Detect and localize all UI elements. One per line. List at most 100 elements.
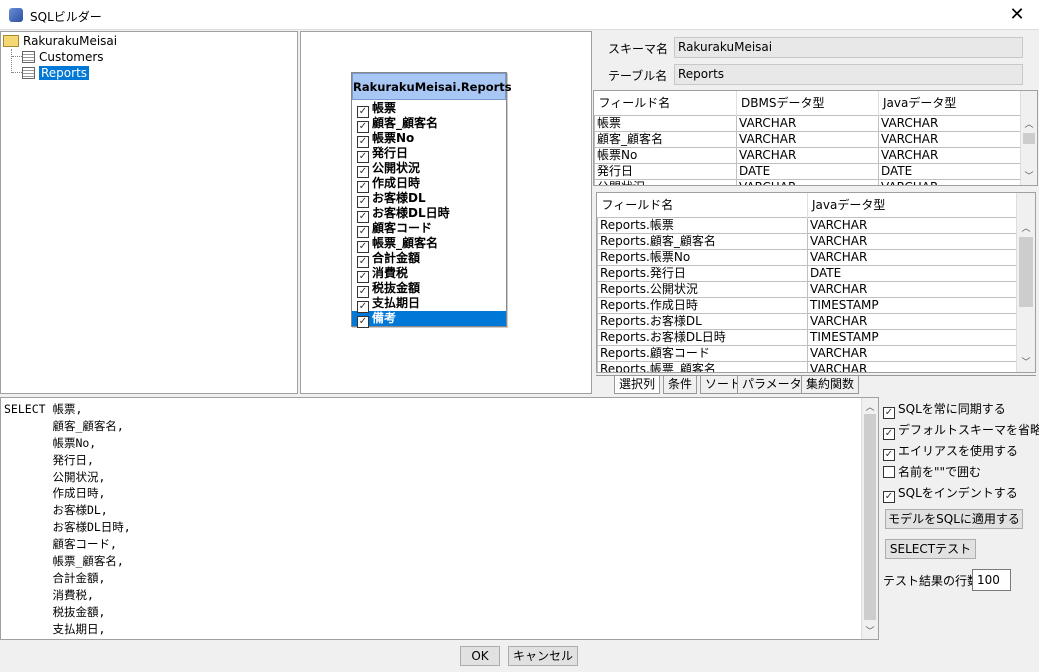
selected-columns-table[interactable]: フィールド名 Javaデータ型 Reports.帳票 VARCHAR Reports.顧… bbox=[596, 192, 1036, 373]
table-label: テーブル名 bbox=[608, 69, 668, 83]
scroll-thumb[interactable] bbox=[1019, 237, 1033, 307]
column-header[interactable]: Javaデータ型 bbox=[807, 193, 1017, 217]
field-checkbox[interactable]: ✓ bbox=[357, 196, 369, 208]
table-row[interactable]: Reports.お客様DL日時 TIMESTAMP bbox=[597, 328, 1017, 346]
table-row[interactable]: Reports.お客様DL VARCHAR bbox=[597, 312, 1017, 330]
row-count-input[interactable]: 100 bbox=[972, 569, 1011, 591]
scroll-down-icon[interactable]: ﹀ bbox=[1021, 169, 1037, 182]
table-cell: Reports.帳票No bbox=[597, 248, 808, 266]
fields-table[interactable]: フィールド名 DBMSデータ型 Javaデータ型 帳票 VARCHAR VARCHAR 顧客… bbox=[593, 90, 1038, 186]
field-checkbox[interactable]: ✓ bbox=[357, 181, 369, 193]
table-row[interactable]: Reports.顧客コード VARCHAR bbox=[597, 344, 1017, 362]
field-checkbox[interactable]: ✓ bbox=[357, 121, 369, 133]
column-header[interactable]: Javaデータ型 bbox=[878, 91, 1022, 115]
field-checkbox[interactable]: ✓ bbox=[357, 211, 369, 223]
field-checkbox[interactable]: ✓ bbox=[357, 286, 369, 298]
table-row[interactable]: Reports.帳票No VARCHAR bbox=[597, 248, 1017, 266]
scroll-up-icon[interactable]: ︿ bbox=[1017, 221, 1035, 234]
table-row[interactable]: 顧客_顧客名 VARCHAR VARCHAR bbox=[594, 130, 1022, 148]
table-row[interactable]: 発行日 DATE DATE bbox=[594, 162, 1022, 180]
field-checkbox[interactable]: ✓ bbox=[357, 106, 369, 118]
entity-field-row[interactable]: ✓ 帳票 bbox=[352, 101, 506, 118]
entity-field-row[interactable]: ✓ 帳票No bbox=[352, 131, 506, 148]
select-test-button[interactable]: SELECTテスト bbox=[885, 539, 976, 559]
tab-aggregates[interactable]: 集約関数 bbox=[801, 376, 860, 394]
fields-scrollbar[interactable]: ︿ ﹀ bbox=[1020, 91, 1037, 185]
tree-item-reports[interactable]: Reports bbox=[12, 66, 90, 81]
checkbox[interactable]: ✓ bbox=[883, 491, 895, 503]
field-checkbox[interactable]: ✓ bbox=[357, 241, 369, 253]
field-checkbox[interactable]: ✓ bbox=[357, 226, 369, 238]
table-row[interactable]: Reports.公開状況 VARCHAR bbox=[597, 280, 1017, 298]
scroll-up-icon[interactable]: ︿ bbox=[1021, 117, 1037, 130]
table-row[interactable]: Reports.顧客_顧客名 VARCHAR bbox=[597, 232, 1017, 250]
table-row[interactable]: 帳票 VARCHAR VARCHAR bbox=[594, 114, 1022, 132]
entity-field-row[interactable]: ✓ 合計金額 bbox=[352, 251, 506, 268]
field-checkbox[interactable]: ✓ bbox=[357, 166, 369, 178]
tab-columns[interactable]: 選択列 bbox=[614, 376, 661, 394]
column-header[interactable]: DBMSデータ型 bbox=[736, 91, 879, 115]
entity-field-row[interactable]: ✓ 消費税 bbox=[352, 266, 506, 283]
table-cell: VARCHAR bbox=[807, 360, 1017, 372]
field-checkbox[interactable]: ✓ bbox=[357, 256, 369, 268]
table-row[interactable]: Reports.発行日 DATE bbox=[597, 264, 1017, 282]
checkbox[interactable] bbox=[883, 466, 895, 478]
sql-line: 作成日時, bbox=[4, 486, 106, 501]
tree-item-customers[interactable]: Customers bbox=[12, 50, 104, 65]
option-checkbox[interactable]: ✓ SQLをインデントする bbox=[883, 484, 1018, 503]
checkbox[interactable]: ✓ bbox=[883, 407, 895, 419]
sql-scrollbar[interactable]: ︿ ﹀ bbox=[861, 398, 878, 639]
entity-field-row[interactable]: ✓ お客様DL日時 bbox=[352, 206, 506, 223]
table-cell: Reports.顧客コード bbox=[597, 344, 808, 362]
scroll-thumb[interactable] bbox=[864, 414, 876, 620]
entity-field-row[interactable]: ✓ 顧客コード bbox=[352, 221, 506, 238]
column-header[interactable]: フィールド名 bbox=[594, 91, 737, 115]
entity-field-row[interactable]: ✓ 税抜金額 bbox=[352, 281, 506, 298]
table-cell: 帳票No bbox=[594, 146, 737, 164]
scroll-up-icon[interactable]: ︿ bbox=[862, 400, 878, 413]
selected-scrollbar[interactable]: ︿ ﹀ bbox=[1016, 193, 1035, 372]
scroll-down-icon[interactable]: ﹀ bbox=[1017, 355, 1035, 368]
table-row[interactable]: 公開状況VARCHARVARCHAR bbox=[594, 178, 1022, 185]
entity-field-row[interactable]: ✓ 顧客_顧客名 bbox=[352, 116, 506, 133]
table-row[interactable]: Reports.作成日時 TIMESTAMP bbox=[597, 296, 1017, 314]
entity-title[interactable]: RakurakuMeisai.Reports bbox=[352, 73, 512, 100]
scroll-down-icon[interactable]: ﹀ bbox=[862, 624, 878, 637]
schema-tree[interactable]: RakurakuMeisai Customers Reports bbox=[0, 31, 298, 394]
entity-field-row[interactable]: ✓ 備考 bbox=[352, 311, 506, 328]
field-checkbox[interactable]: ✓ bbox=[357, 271, 369, 283]
scroll-thumb[interactable] bbox=[1023, 133, 1035, 144]
sql-line: お客様DL, bbox=[4, 503, 108, 518]
close-button[interactable]: ✕ bbox=[1005, 4, 1029, 25]
checkbox[interactable]: ✓ bbox=[883, 449, 895, 461]
sql-line: 税抜金額, bbox=[4, 604, 106, 619]
sql-editor[interactable]: SELECT 帳票, 顧客_顧客名, 帳票No, 発行日, 公開状況, 作成日時… bbox=[0, 397, 879, 640]
table-row[interactable]: Reports.帳票_顧客名 VARCHAR bbox=[597, 360, 1017, 372]
option-checkbox[interactable]: ✓ SQLを常に同期する bbox=[883, 400, 1006, 419]
table-cell: Reports.顧客_顧客名 bbox=[597, 232, 808, 250]
column-header[interactable]: フィールド名 bbox=[597, 193, 808, 217]
entity-field-row[interactable]: ✓ 作成日時 bbox=[352, 176, 506, 193]
field-checkbox[interactable]: ✓ bbox=[357, 301, 369, 313]
tab-conditions[interactable]: 条件 bbox=[663, 376, 698, 394]
entity-field-row[interactable]: ✓ お客様DL bbox=[352, 191, 506, 208]
field-checkbox[interactable]: ✓ bbox=[357, 151, 369, 163]
table-row[interactable]: Reports.帳票 VARCHAR bbox=[597, 216, 1017, 234]
entity-field-row[interactable]: ✓ 公開状況 bbox=[352, 161, 506, 178]
tree-root[interactable]: RakurakuMeisai bbox=[3, 34, 117, 49]
entity-field-row[interactable]: ✓ 帳票_顧客名 bbox=[352, 236, 506, 253]
field-checkbox[interactable]: ✓ bbox=[357, 316, 369, 328]
cancel-button[interactable]: キャンセル bbox=[508, 646, 578, 666]
title-bar: SQLビルダー ✕ bbox=[0, 0, 1039, 30]
option-checkbox[interactable]: ✓デフォルトスキーマを省略する bbox=[883, 421, 1039, 440]
field-checkbox[interactable]: ✓ bbox=[357, 136, 369, 148]
checkbox[interactable]: ✓ bbox=[883, 428, 895, 440]
table-row[interactable]: 帳票No VARCHAR VARCHAR bbox=[594, 146, 1022, 164]
option-checkbox[interactable]: ✓ エイリアスを使用する bbox=[883, 442, 1018, 461]
option-checkbox[interactable]: 名前を""で囲む bbox=[883, 463, 981, 480]
ok-button[interactable]: OK bbox=[460, 646, 500, 666]
entity-field-row[interactable]: ✓ 発行日 bbox=[352, 146, 506, 163]
entity-box-reports[interactable]: RakurakuMeisai.Reports ✓ 帳票 ✓ 顧客_顧客名 ✓ 帳票No ✓ 発… bbox=[351, 72, 512, 328]
entity-field-row[interactable]: ✓ 支払期日 bbox=[352, 296, 506, 313]
apply-model-button[interactable]: モデルをSQLに適用する bbox=[885, 509, 1023, 529]
